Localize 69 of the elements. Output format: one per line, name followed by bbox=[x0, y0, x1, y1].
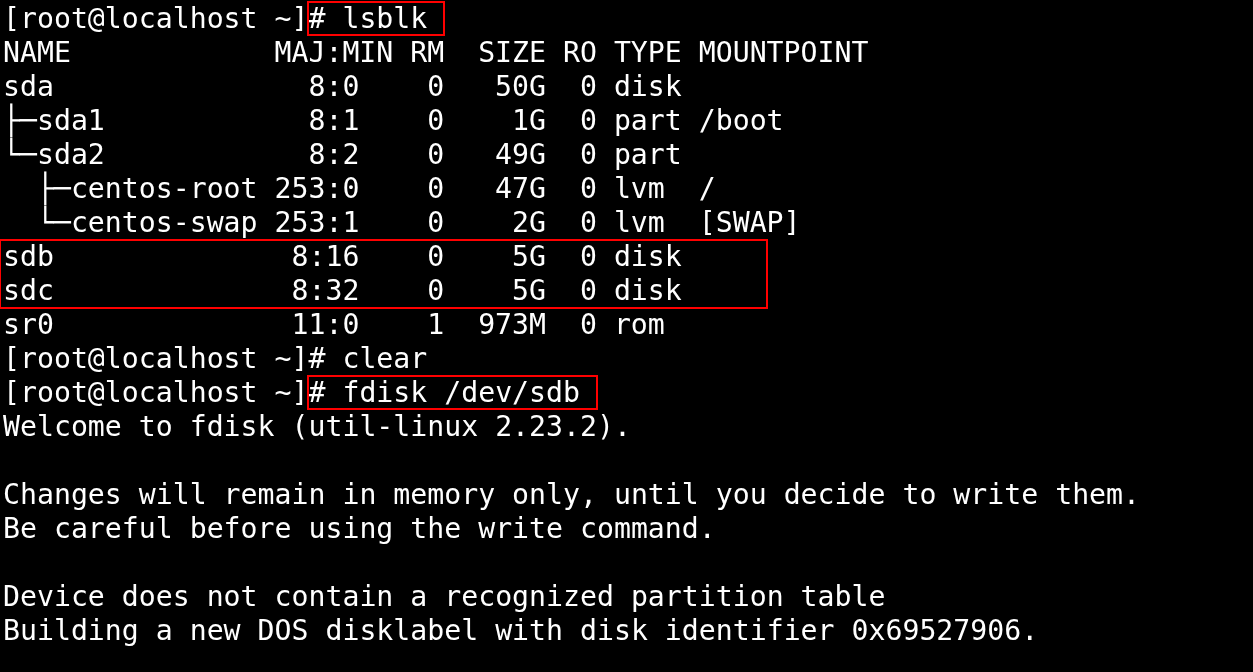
table-cell-text: sda bbox=[3, 70, 55, 103]
table-cell-text: 8:2 bbox=[307, 138, 361, 172]
output-text: Building a new DOS disklabel with disk identifier 0x69527906. bbox=[3, 614, 1040, 648]
table-cell-text: 5G bbox=[511, 240, 546, 274]
table-cell-text: disk bbox=[612, 70, 682, 104]
command-text: # fdisk /dev/sdb bbox=[308, 376, 597, 409]
output-text: Be careful before using the write command. bbox=[3, 512, 717, 546]
table-cell-text: 5G bbox=[511, 274, 546, 308]
column-header: NAME bbox=[3, 36, 72, 70]
table-cell-text: / bbox=[697, 172, 717, 206]
table-cell-text: 0 bbox=[426, 206, 445, 240]
table-cell-text: part bbox=[612, 104, 682, 138]
table-cell-text: 8:32 bbox=[290, 274, 361, 308]
table-cell-text: lvm bbox=[612, 206, 666, 240]
table-cell-text: ├─centos-root bbox=[35, 172, 259, 205]
table-cell-text: 50G bbox=[494, 70, 546, 104]
table-cell-text: 0 bbox=[578, 138, 597, 172]
shell-prompt: [root@localhost ~] bbox=[3, 342, 309, 375]
table-cell-text: disk bbox=[612, 274, 682, 308]
table-cell-text: 47G bbox=[494, 172, 546, 206]
table-cell-text: [SWAP] bbox=[697, 206, 802, 240]
table-cell-text: 1G bbox=[511, 104, 546, 138]
table-cell-text: 0 bbox=[578, 104, 597, 138]
table-cell-text: 0 bbox=[426, 274, 445, 308]
column-header: MAJ:MIN bbox=[274, 36, 394, 70]
command-text: # lsblk bbox=[308, 2, 445, 35]
table-cell-text: sdc bbox=[3, 274, 55, 308]
output-text: Changes will remain in memory only, until you decide to write them. bbox=[3, 478, 1141, 512]
table-cell-text: 0 bbox=[578, 172, 597, 206]
table-cell-text: 0 bbox=[426, 138, 445, 172]
table-cell-text: 0 bbox=[426, 70, 445, 104]
table-cell-text: 8:0 bbox=[307, 70, 361, 104]
table-cell-text: 8:16 bbox=[290, 240, 361, 274]
table-cell-text: 973M bbox=[477, 308, 546, 342]
table-cell-text: rom bbox=[612, 308, 666, 342]
table-cell-text: 0 bbox=[578, 308, 597, 342]
output-text: Device does not contain a recognized partition table bbox=[3, 580, 887, 614]
table-cell-text: 0 bbox=[578, 70, 597, 104]
table-cell-text: └─sda2 bbox=[3, 138, 106, 171]
shell-prompt: [root@localhost ~] bbox=[3, 376, 309, 409]
table-cell-text: 11:0 bbox=[290, 308, 361, 342]
shell-prompt: [root@localhost ~] bbox=[3, 2, 309, 35]
table-cell-text: part bbox=[612, 138, 682, 172]
table-cell-text: sdb bbox=[3, 240, 55, 274]
table-cell-text: 8:1 bbox=[307, 104, 361, 138]
table-cell-text: 2G bbox=[511, 206, 546, 240]
column-header: RM bbox=[409, 36, 445, 70]
table-cell-text: 0 bbox=[578, 206, 597, 240]
table-cell-text: 253:1 bbox=[274, 206, 361, 240]
column-header: RO bbox=[561, 36, 597, 70]
table-cell-text: 0 bbox=[426, 104, 445, 138]
table-cell-text: 0 bbox=[578, 240, 597, 274]
column-header: TYPE bbox=[612, 36, 682, 70]
table-cell-text: └─centos-swap bbox=[35, 206, 259, 240]
table-cell-text: 0 bbox=[426, 240, 445, 274]
column-header: MOUNTPOINT bbox=[697, 36, 870, 70]
table-cell-text: 253:0 bbox=[274, 172, 361, 206]
table-cell-text: disk bbox=[612, 240, 682, 274]
table-cell-text: /boot bbox=[697, 104, 785, 138]
table-cell-text: lvm bbox=[612, 172, 666, 206]
table-cell-text: 0 bbox=[578, 274, 597, 308]
table-cell-text: ├─sda1 bbox=[3, 104, 106, 137]
table-cell-text: 1 bbox=[426, 308, 445, 342]
output-text: Welcome to fdisk (util-linux 2.23.2). bbox=[3, 410, 632, 444]
table-cell-text: sr0 bbox=[3, 308, 55, 342]
table-cell-text: 49G bbox=[494, 138, 546, 172]
column-header: SIZE bbox=[477, 36, 546, 70]
table-cell-text: 0 bbox=[426, 172, 445, 206]
command-text: # clear bbox=[308, 342, 428, 375]
